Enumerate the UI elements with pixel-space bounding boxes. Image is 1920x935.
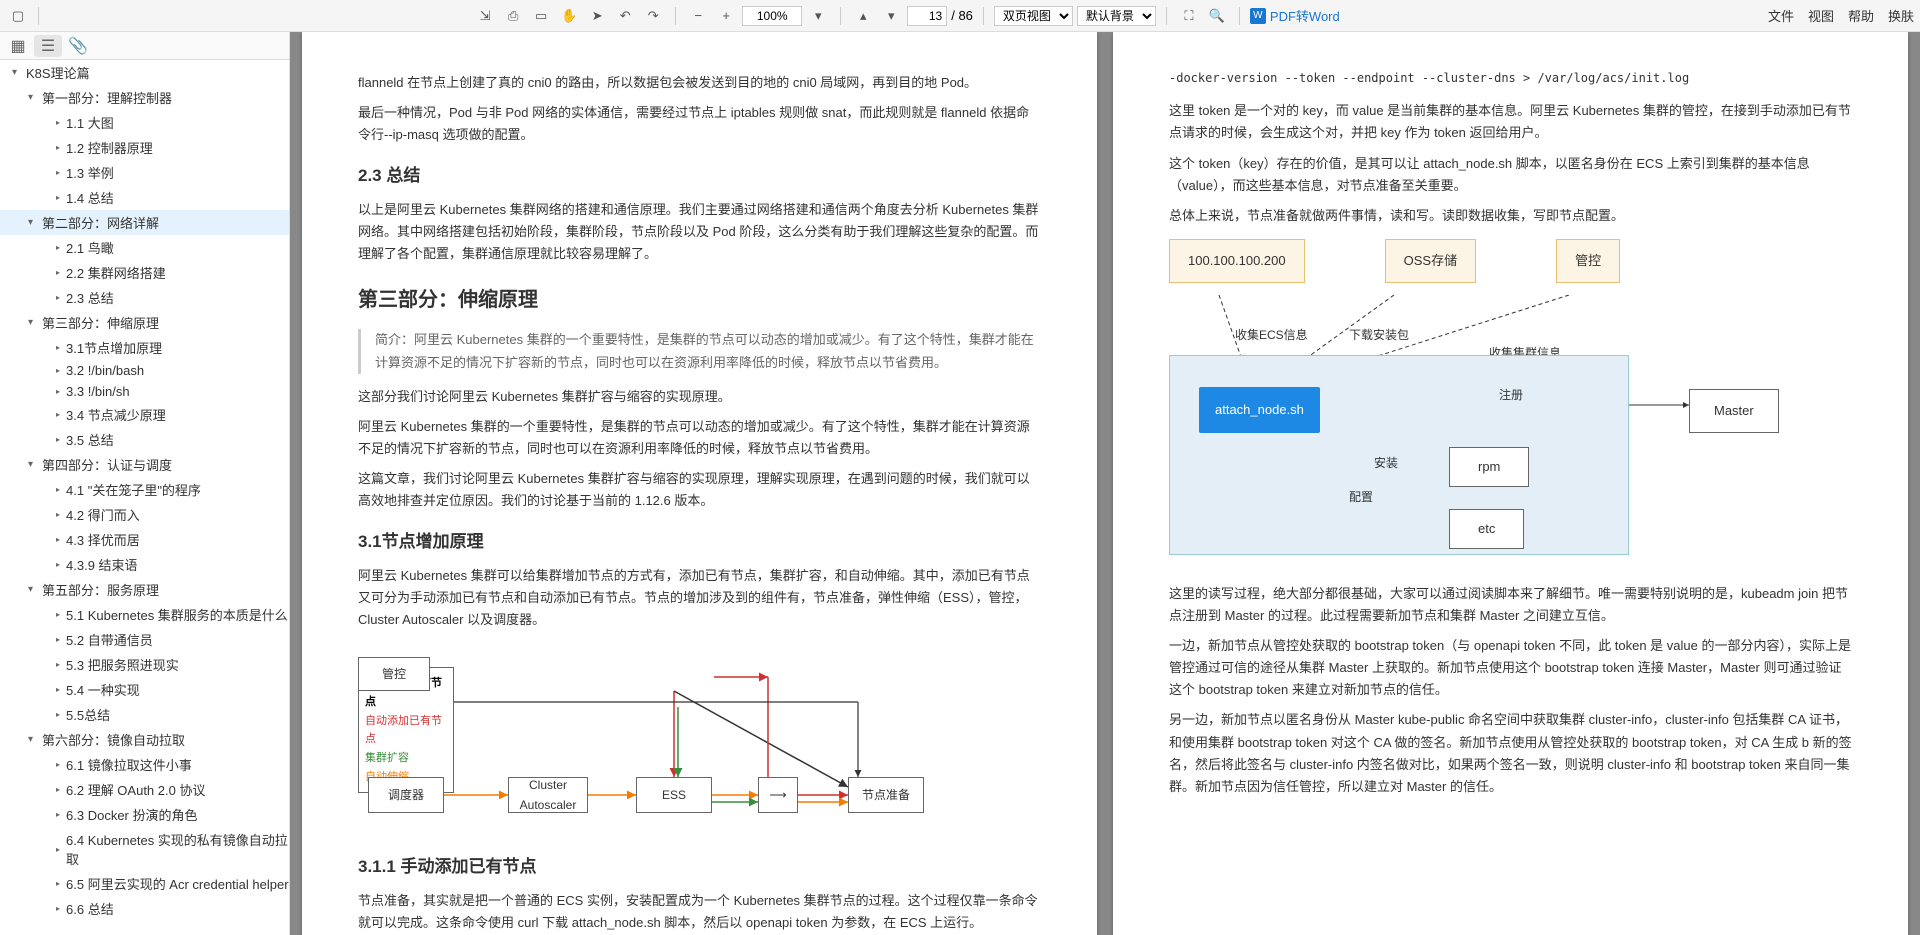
menu-view[interactable]: 视图 xyxy=(1808,6,1834,25)
dropdown-icon[interactable]: ▾ xyxy=(806,4,830,28)
pdf-to-word-button[interactable]: W PDF转Word xyxy=(1250,6,1340,25)
outline-section[interactable]: ▾第三部分：伸缩原理 xyxy=(0,310,289,335)
paragraph: 这里的读写过程，绝大部分都很基础，大家可以通过阅读脚本来了解细节。唯一需要特别说… xyxy=(1169,583,1852,627)
outline-item[interactable]: ▸3.4 节点减少原理 xyxy=(0,402,289,427)
zoom-input[interactable] xyxy=(742,6,802,26)
outline-section[interactable]: ▾第二部分：网络详解 xyxy=(0,210,289,235)
outline-item[interactable]: ▸3.1节点增加原理 xyxy=(0,335,289,360)
outline-item[interactable]: ▸6.6 总结 xyxy=(0,896,289,921)
heading: 3.1节点增加原理 xyxy=(358,528,1041,557)
outline-item[interactable]: ▸2.3 总结 xyxy=(0,285,289,310)
rotate-right-icon[interactable]: ↷ xyxy=(641,4,665,28)
page-left: flanneld 在节点上创建了真的 cni0 的路由，所以数据包会被发送到目的… xyxy=(302,32,1097,935)
outline-item[interactable]: ▸3.2 !/bin/bash xyxy=(0,360,289,381)
print-icon[interactable]: ⎙ xyxy=(501,4,525,28)
tab-attachments[interactable]: 📎 xyxy=(64,35,92,57)
fullscreen-icon[interactable]: ⛶ xyxy=(1177,4,1201,28)
zoom-out-icon[interactable]: − xyxy=(686,4,710,28)
rotate-left-icon[interactable]: ↶ xyxy=(613,4,637,28)
page-icon[interactable]: ▭ xyxy=(529,4,553,28)
outline-item[interactable]: ▸4.3.9 结束语 xyxy=(0,552,289,577)
search-icon[interactable]: 🔍 xyxy=(1205,4,1229,28)
paragraph: 节点准备，其实就是把一个普通的 ECS 实例，安装配置成为一个 Kubernet… xyxy=(358,890,1041,934)
export-icon[interactable]: ⇲ xyxy=(473,4,497,28)
prev-page-icon[interactable]: ▴ xyxy=(851,4,875,28)
outline-section[interactable]: ▾第六部分：镜像自动拉取 xyxy=(0,727,289,752)
view-mode-select[interactable]: 双页视图 xyxy=(994,6,1073,26)
outline-item[interactable]: ▸4.2 得门而入 xyxy=(0,502,289,527)
word-icon: W xyxy=(1250,8,1266,24)
heading: 2.3 总结 xyxy=(358,162,1041,191)
outline-item[interactable]: ▸6.3 Docker 扮演的角色 xyxy=(0,802,289,827)
paragraph: 一边，新加节点从管控处获取的 bootstrap token（与 openapi… xyxy=(1169,635,1852,701)
pages-container: flanneld 在节点上创建了真的 cni0 的路由，所以数据包会被发送到目的… xyxy=(290,32,1920,935)
paragraph: 这篇文章，我们讨论阿里云 Kubernetes 集群扩容与缩容的实现原理，理解实… xyxy=(358,468,1041,512)
sidebar: ▦ ☰ 📎 ▾K8S理论篇 ▾第一部分：理解控制器▸1.1 大图▸1.2 控制器… xyxy=(0,32,290,935)
outline-item[interactable]: ▸6.5 阿里云实现的 Acr credential helper xyxy=(0,871,289,896)
menu-help[interactable]: 帮助 xyxy=(1848,6,1874,25)
paragraph: 另一边，新加节点以匿名身份从 Master kube-public 命名空间中获… xyxy=(1169,709,1852,797)
zoom-in-icon[interactable]: + xyxy=(714,4,738,28)
heading: 第三部分：伸缩原理 xyxy=(358,283,1041,317)
paragraph: 阿里云 Kubernetes 集群的一个重要特性，是集群的节点可以动态的增加或减… xyxy=(358,416,1041,460)
toolbar: ▢ ⇲ ⎙ ▭ ✋ ➤ ↶ ↷ − + ▾ ▴ ▾ / 86 双页视图 默认背景… xyxy=(0,0,1920,32)
outline-item[interactable]: ▸2.1 鸟瞰 xyxy=(0,235,289,260)
code-line: -docker-version --token --endpoint --clu… xyxy=(1169,64,1852,92)
paragraph: 以上是阿里云 Kubernetes 集群网络的搭建和通信原理。我们主要通过网络搭… xyxy=(358,199,1041,265)
outline-item[interactable]: ▸1.4 总结 xyxy=(0,185,289,210)
outline-item[interactable]: ▸1.1 大图 xyxy=(0,110,289,135)
outline-item[interactable]: ▸5.5总结 xyxy=(0,702,289,727)
outline-item[interactable]: ▸6.4 Kubernetes 实现的私有镜像自动拉取 xyxy=(0,827,289,871)
outline-item[interactable]: ▸3.3 !/bin/sh xyxy=(0,381,289,402)
outline-section[interactable]: ▾第四部分：认证与调度 xyxy=(0,452,289,477)
background-select[interactable]: 默认背景 xyxy=(1077,6,1156,26)
menu-file[interactable]: 文件 xyxy=(1768,6,1794,25)
page-input[interactable] xyxy=(907,6,947,26)
page-right: -docker-version --token --endpoint --clu… xyxy=(1113,32,1908,935)
outline-item[interactable]: ▸6.2 理解 OAuth 2.0 协议 xyxy=(0,777,289,802)
paragraph: 阿里云 Kubernetes 集群可以给集群增加节点的方式有，添加已有节点，集群… xyxy=(358,565,1041,631)
quote: 简介：阿里云 Kubernetes 集群的一个重要特性，是集群的节点可以动态的增… xyxy=(358,329,1041,373)
paragraph: flanneld 在节点上创建了真的 cni0 的路由，所以数据包会被发送到目的… xyxy=(358,72,1041,94)
paragraph: 总体上来说，节点准备就做两件事情，读和写。读即数据收集，写即节点配置。 xyxy=(1169,205,1852,227)
outline-root[interactable]: K8S理论篇 xyxy=(26,63,90,82)
outline-item[interactable]: ▸5.2 自带通信员 xyxy=(0,627,289,652)
paragraph: 这部分我们讨论阿里云 Kubernetes 集群扩容与缩容的实现原理。 xyxy=(358,386,1041,408)
page-total: / 86 xyxy=(951,8,973,23)
outline-item[interactable]: ▸5.4 一种实现 xyxy=(0,677,289,702)
outline-item[interactable]: ▸4.1 "关在笼子里"的程序 xyxy=(0,477,289,502)
outline-tree: ▾K8S理论篇 ▾第一部分：理解控制器▸1.1 大图▸1.2 控制器原理▸1.3… xyxy=(0,60,289,935)
outline-item[interactable]: ▸5.1 Kubernetes 集群服务的本质是什么 xyxy=(0,602,289,627)
diagram-1: 手动添加已有节点 自动添加已有节点 集群扩容 自动伸缩 管控 调度器 Clust… xyxy=(358,647,1041,837)
tab-outline[interactable]: ☰ xyxy=(34,35,62,57)
hand-icon[interactable]: ✋ xyxy=(557,4,581,28)
outline-item[interactable]: ▸6.1 镜像拉取这件小事 xyxy=(0,752,289,777)
paragraph: 这里 token 是一个对的 key，而 value 是当前集群的基本信息。阿里… xyxy=(1169,100,1852,144)
outline-item[interactable]: ▸1.3 举例 xyxy=(0,160,289,185)
outline-item[interactable]: ▸3.5 总结 xyxy=(0,427,289,452)
outline-item[interactable]: ▸4.3 择优而居 xyxy=(0,527,289,552)
next-page-icon[interactable]: ▾ xyxy=(879,4,903,28)
tab-thumbnails[interactable]: ▦ xyxy=(4,35,32,57)
pointer-icon[interactable]: ➤ xyxy=(585,4,609,28)
paragraph: 这个 token（key）存在的价值，是其可以让 attach_node.sh … xyxy=(1169,153,1852,197)
paragraph: 最后一种情况，Pod 与非 Pod 网络的实体通信，需要经过节点上 iptabl… xyxy=(358,102,1041,146)
outline-section[interactable]: ▾第五部分：服务原理 xyxy=(0,577,289,602)
menu-convert[interactable]: 换肤 xyxy=(1888,6,1914,25)
heading: 3.1.1 手动添加已有节点 xyxy=(358,853,1041,882)
outline-item[interactable]: ▸1.2 控制器原理 xyxy=(0,135,289,160)
sidebar-toggle-icon[interactable]: ▢ xyxy=(6,4,30,28)
outline-item[interactable]: ▸5.3 把服务照进现实 xyxy=(0,652,289,677)
outline-section[interactable]: ▾第一部分：理解控制器 xyxy=(0,85,289,110)
outline-item[interactable]: ▸2.2 集群网络搭建 xyxy=(0,260,289,285)
diagram-2-row: 100.100.100.200 OSS存储 管控 xyxy=(1169,239,1852,283)
diagram-2: 收集ECS信息 下载安装包 收集集群信息 attach_node.sh 注册 M… xyxy=(1169,295,1852,575)
